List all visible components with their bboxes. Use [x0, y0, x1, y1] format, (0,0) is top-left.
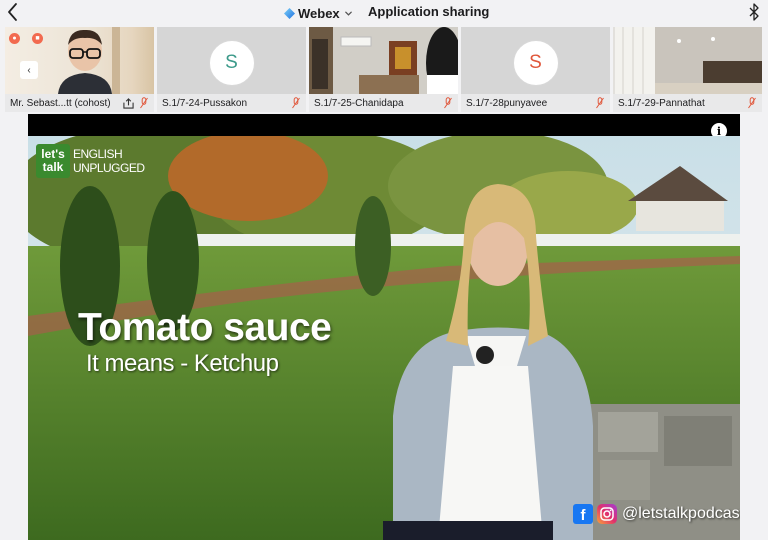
participant-namebar: S.1/7-24-Pussakon: [157, 94, 306, 112]
participant-tile[interactable]: S.1/7-29-Pannathat: [613, 27, 762, 112]
participant-namebar: Mr. Sebast...tt (cohost): [5, 94, 154, 112]
record-indicator-icon: ●: [9, 33, 20, 44]
brand-logo: let's talk ENGLISH UNPLUGGED: [36, 144, 145, 178]
collapse-strip-button[interactable]: ‹: [20, 61, 38, 79]
video-caption-title: Tomato sauce: [78, 306, 332, 349]
shared-application-video[interactable]: i let's talk ENGLISH UNPLUGGED Tomato sa…: [28, 114, 740, 540]
share-icon: [123, 97, 134, 109]
chevron-left-icon[interactable]: [6, 2, 20, 22]
app-name: Webex: [298, 5, 340, 21]
participant-video: [613, 27, 762, 94]
participant-name: S.1/7-25-Chanidapa: [314, 97, 404, 109]
participant-video: ● ■ ‹: [5, 27, 154, 94]
top-bar: Webex Application sharing: [0, 0, 768, 26]
participant-tile[interactable]: ● ■ ‹ Mr. Sebast...tt (cohost): [5, 27, 154, 112]
video-caption-subtitle: It means - Ketchup: [86, 350, 279, 377]
brand-line-2: UNPLUGGED: [73, 161, 145, 175]
letstalk-badge: let's talk: [36, 144, 70, 178]
avatar: S: [512, 40, 559, 86]
sharing-mode-label: Application sharing: [368, 4, 490, 19]
participant-tile[interactable]: S S.1/7-28punyavee: [461, 27, 610, 112]
bluetooth-icon[interactable]: [748, 3, 760, 21]
brand-subtitle: ENGLISH UNPLUGGED: [73, 147, 145, 175]
social-handle-text: @letstalkpodcast: [622, 505, 740, 522]
participant-tile[interactable]: S.1/7-25-Chanidapa: [309, 27, 458, 112]
mic-muted-icon: [748, 97, 756, 109]
participant-name: S.1/7-24-Pussakon: [162, 97, 248, 109]
participant-name: S.1/7-29-Pannathat: [618, 97, 705, 109]
participant-name: Mr. Sebast...tt (cohost): [10, 97, 111, 109]
mic-muted-icon: [140, 97, 148, 109]
participant-strip[interactable]: ● ■ ‹ Mr. Sebast...tt (cohost) S S.1/7-2…: [0, 27, 768, 112]
participant-namebar: S.1/7-29-Pannathat: [613, 94, 762, 112]
participant-photo: [309, 27, 458, 94]
mic-muted-icon: [596, 97, 604, 109]
participant-tile[interactable]: S S.1/7-24-Pussakon: [157, 27, 306, 112]
avatar: S: [208, 40, 255, 86]
meeting-title-dropdown[interactable]: Webex: [284, 4, 353, 22]
mic-muted-icon: [444, 97, 452, 109]
social-handle-overlay: f @letstalkpodcast: [573, 504, 740, 524]
brand-line-1: ENGLISH: [73, 147, 123, 161]
webex-logo-icon: [284, 7, 295, 19]
instagram-icon: [597, 504, 617, 524]
participant-photo: [613, 27, 762, 94]
participant-photo: [58, 27, 120, 94]
chevron-down-icon: [344, 11, 352, 16]
participant-namebar: S.1/7-28punyavee: [461, 94, 610, 112]
participant-video: S: [461, 27, 610, 94]
mic-muted-icon: [292, 97, 300, 109]
participant-name: S.1/7-28punyavee: [466, 97, 548, 109]
participant-video: S: [157, 27, 306, 94]
participant-namebar: S.1/7-25-Chanidapa: [309, 94, 458, 112]
stop-indicator-icon: ■: [32, 33, 43, 44]
facebook-icon: f: [573, 504, 593, 524]
participant-video: [309, 27, 458, 94]
